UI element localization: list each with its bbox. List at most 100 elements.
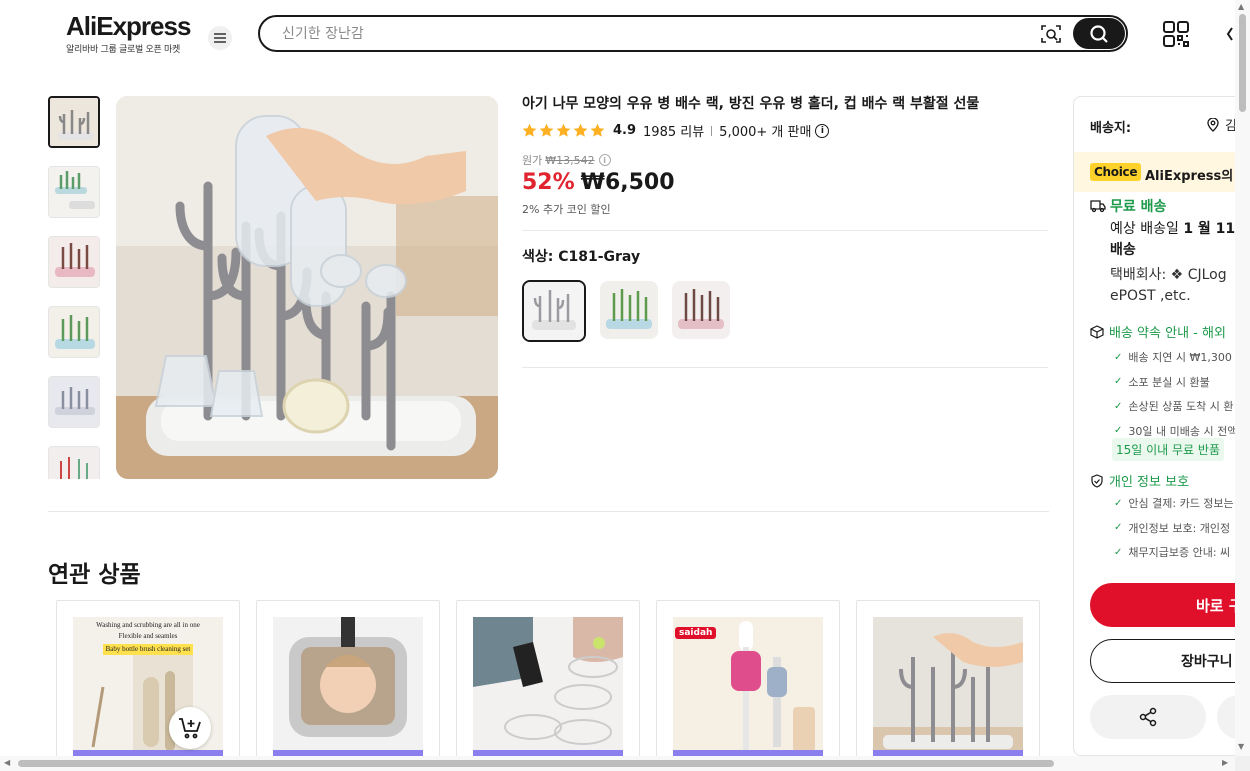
eta-prefix: 예상 배송일: [1110, 221, 1179, 237]
info-icon[interactable]: i: [598, 154, 611, 166]
shipping-panel: 배송지: 김 Choice AliExpress의 우 무료 배송 예상 배송일…: [1073, 96, 1250, 756]
product-card[interactable]: saidah: [656, 600, 840, 770]
promise-item-text: 소포 분실 시 환불: [1128, 375, 1210, 389]
product-card-image: saidah: [673, 617, 823, 757]
promise-item: ✓ 소포 분실 시 환불: [1114, 370, 1245, 395]
star-icon: [539, 123, 554, 137]
main-product-image[interactable]: [116, 96, 498, 479]
product-card[interactable]: [856, 600, 1040, 770]
divider: [48, 511, 1049, 512]
logo-subtitle: 알리바바 그룹 글로벌 오픈 마켓: [66, 45, 180, 55]
horizontal-scrollbar[interactable]: ◀ ▶: [0, 756, 1235, 771]
thumbnail-item[interactable]: [48, 446, 100, 479]
privacy-label: 개인 정보 보호: [1109, 475, 1190, 490]
eta-line2: 배송: [1110, 242, 1136, 258]
promise-item: ✓ 손상된 상품 도착 시 환: [1114, 394, 1245, 419]
color-swatch-green[interactable]: [600, 281, 658, 339]
search-icon: [1090, 24, 1108, 43]
card-text-line: Washing and scrubbing are all in one: [96, 621, 200, 629]
search-button[interactable]: [1073, 18, 1125, 49]
carrier-line: 택배회사: ❖ CJLog: [1110, 267, 1227, 283]
privacy-protection[interactable]: 개인 정보 보호: [1090, 471, 1189, 490]
star-icon: [556, 123, 571, 137]
product-card[interactable]: [256, 600, 440, 770]
thumbnail-item[interactable]: [48, 236, 100, 288]
promise-item: ✓ 배송 지연 시 ₩1,300 크: [1114, 345, 1245, 370]
add-to-cart-button[interactable]: [169, 707, 211, 749]
delivery-estimate: 예상 배송일 1 월 11 배송: [1110, 219, 1250, 261]
menu-icon[interactable]: [208, 26, 232, 50]
product-card[interactable]: [456, 600, 640, 770]
add-to-cart-button[interactable]: 장바구니: [1090, 639, 1250, 683]
delivery-promise-label: 배송 약속 안내 - 해외: [1109, 326, 1226, 341]
aliexpress-logo[interactable]: AliExpress 알리바바 그룹 글로벌 오픈 마켓: [66, 11, 191, 55]
scroll-left-arrow-icon[interactable]: ◀: [4, 758, 10, 767]
delivery-promise[interactable]: 배송 약속 안내 - 해외: [1090, 322, 1226, 341]
shield-icon: [1091, 473, 1103, 488]
scrollbar-thumb[interactable]: [1239, 14, 1246, 112]
related-products-title: 연관 상품: [48, 562, 141, 588]
scrollbar-thumb[interactable]: [18, 760, 1054, 767]
divider: [711, 125, 713, 136]
check-icon: ✓: [1114, 522, 1123, 534]
thumbnail-item[interactable]: [48, 376, 100, 428]
image-search-icon[interactable]: [1040, 23, 1062, 45]
privacy-item-text: 개인정보 보호: 개인정: [1128, 521, 1231, 535]
vertical-scrollbar[interactable]: ▲ ▼: [1235, 0, 1250, 771]
star-icon: [590, 123, 605, 137]
star-icon: [522, 123, 537, 137]
check-icon: ✓: [1114, 546, 1123, 558]
promise-item-text: 30일 내 미배송 시 전액: [1128, 424, 1238, 438]
carrier-info: 택배회사: ❖ CJLog ePOST ,etc.: [1110, 265, 1250, 307]
search-input[interactable]: [282, 23, 1022, 45]
thumbnail-item[interactable]: [48, 96, 100, 148]
free-shipping-label: 무료 배송: [1110, 199, 1167, 215]
scrollbar-corner: [1235, 756, 1250, 771]
review-count-link[interactable]: 1985 리뷰: [643, 121, 704, 140]
product-page: AliExpress 알리바바 그룹 글로벌 오픈 마켓 신기한 장난감 아기 …: [0, 0, 1250, 771]
ship-to-location[interactable]: 김: [1207, 115, 1237, 134]
choice-badge: Choice: [1090, 163, 1142, 181]
thumbnail-item[interactable]: [48, 166, 100, 218]
product-card[interactable]: Washing and scrubbing are all in one Fle…: [56, 600, 240, 770]
color-label: 색상: C181-Gray: [522, 249, 641, 265]
privacy-item-text: 안심 결제: 카드 정보는: [1128, 497, 1234, 511]
thumbnail-strip: [48, 96, 102, 479]
check-icon: ✓: [1114, 400, 1123, 412]
privacy-item: ✓ 안심 결제: 카드 정보는: [1114, 491, 1234, 516]
share-button[interactable]: [1090, 695, 1206, 739]
cart-plus-icon: [179, 718, 201, 739]
product-title: 아기 나무 모양의 우유 병 배수 랙, 방진 우유 병 홀더, 컵 배수 랙 …: [522, 96, 980, 112]
scroll-down-arrow-icon[interactable]: ▼: [1238, 742, 1244, 751]
divider: [522, 230, 1048, 231]
sold-count: 5,000+ 개 판매: [719, 125, 812, 140]
scroll-right-arrow-icon[interactable]: ▶: [1222, 758, 1228, 767]
privacy-item-text: 채무지급보증 안내: 씨: [1128, 546, 1231, 560]
buy-now-button[interactable]: 바로 구: [1090, 583, 1250, 627]
rating-row: 4.9 1985 리뷰 5,000+ 개 판매 i: [522, 121, 830, 140]
color-swatch-gray[interactable]: [522, 280, 586, 342]
check-icon: ✓: [1114, 351, 1123, 363]
original-price-row: 원가 ₩13,542 i: [522, 152, 611, 168]
promise-item-text: 손상된 상품 도착 시 환: [1128, 400, 1234, 414]
scroll-up-arrow-icon[interactable]: ▲: [1238, 2, 1244, 11]
product-card-image: [873, 617, 1023, 757]
info-icon[interactable]: i: [815, 123, 830, 138]
brand-badge: saidah: [675, 627, 717, 639]
privacy-item: ✓ 채무지급보증 안내: 씨: [1114, 540, 1234, 565]
carrier-line: ePOST ,etc.: [1110, 288, 1191, 304]
share-icon: [1139, 707, 1157, 727]
qr-code-icon[interactable]: [1162, 20, 1190, 48]
free-returns-badge: 15일 이내 무료 반품: [1112, 438, 1224, 461]
current-price: ₩6,500: [580, 170, 675, 195]
location-pin-icon: [1207, 117, 1219, 132]
color-swatch-pink[interactable]: [672, 281, 730, 339]
thumbnail-item[interactable]: [48, 306, 100, 358]
color-swatches: [522, 280, 730, 342]
original-price: ₩13,542: [545, 153, 595, 167]
privacy-list: ✓ 안심 결제: 카드 정보는 ✓ 개인정보 보호: 개인정 ✓ 채무지급보증 안내:…: [1114, 491, 1234, 565]
privacy-item: ✓ 개인정보 보호: 개인정: [1114, 516, 1234, 541]
logo-text: AliExpress: [66, 11, 191, 41]
star-rating[interactable]: [522, 123, 605, 138]
check-icon: ✓: [1114, 425, 1123, 437]
